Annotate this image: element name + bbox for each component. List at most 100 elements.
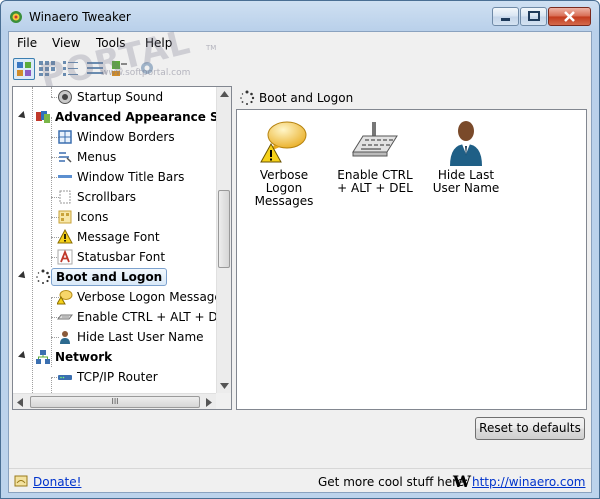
expander-icon[interactable] xyxy=(18,351,28,361)
donate-icon xyxy=(14,475,28,487)
status-bar: Donate! Get more cool stuff here: W http… xyxy=(9,468,591,493)
tree-item-label: Advanced Appearance Settings xyxy=(55,110,231,124)
menu-tools[interactable]: Tools xyxy=(94,36,128,50)
speech-bubble-warning-icon xyxy=(260,121,307,163)
tree-item-label: Window Borders xyxy=(77,130,175,144)
tree-item-boot-and-logon[interactable]: Boot and Logon xyxy=(13,267,218,287)
feature-label: Enable CTRL + ALT + DEL xyxy=(337,168,413,195)
feature-ctrl-alt-del[interactable]: Enable CTRL + ALT + DEL xyxy=(333,118,417,195)
tree-vertical-scrollbar[interactable] xyxy=(216,87,231,393)
donate-link[interactable]: Donate! xyxy=(33,475,81,489)
title-bar[interactable]: Winaero Tweaker xyxy=(1,1,599,31)
app-icon xyxy=(10,11,22,23)
tree-item-statusbar-font[interactable]: Statusbar Font xyxy=(13,247,218,267)
feature-hide-last-user[interactable]: Hide Last User Name xyxy=(424,118,508,195)
feature-label: Verbose Logon Messages xyxy=(254,168,314,208)
scroll-left-icon[interactable] xyxy=(17,398,23,407)
tree-item-label: Icons xyxy=(77,210,109,224)
window-title: Winaero Tweaker xyxy=(29,10,131,24)
close-icon xyxy=(564,11,575,22)
font-icon xyxy=(57,249,73,265)
user-icon xyxy=(60,331,70,344)
section-title: Boot and Logon xyxy=(259,91,354,105)
feature-label: Hide Last User Name xyxy=(432,168,500,195)
tree-item-label: Network xyxy=(55,350,113,364)
reset-to-defaults-button[interactable]: Reset to defaults xyxy=(475,417,585,440)
keyboard-icon xyxy=(57,314,73,320)
tree-item-ctrl-alt-del[interactable]: Enable CTRL + ALT + DEL xyxy=(13,307,231,327)
warning-icon xyxy=(57,229,73,244)
small-icons-icon xyxy=(39,61,55,76)
navigation-tree[interactable]: Startup Sound Advanced Appearance Settin… xyxy=(12,86,232,410)
tree-item-advanced-appearance[interactable]: Advanced Appearance Settings xyxy=(13,107,231,127)
close-button[interactable] xyxy=(548,7,591,26)
minimize-button[interactable] xyxy=(492,7,519,26)
router-icon xyxy=(58,375,72,380)
list-icon xyxy=(63,61,78,76)
tree-item-label: Boot and Logon xyxy=(51,268,168,286)
tree-item-scrollbars[interactable]: Scrollbars xyxy=(13,187,218,207)
maximize-button[interactable] xyxy=(520,7,547,26)
icons-icon xyxy=(58,210,72,224)
user-icon xyxy=(450,121,482,166)
boot-icon xyxy=(36,269,51,284)
watermark-url: www.softportal.com xyxy=(101,68,191,78)
scroll-down-icon[interactable] xyxy=(220,383,229,389)
tree-item-label: Message Font xyxy=(77,230,160,244)
section-header: Boot and Logon xyxy=(237,88,587,108)
watermark-tm: TM xyxy=(206,44,217,52)
view-list-button[interactable] xyxy=(61,58,83,80)
scrollbars-icon xyxy=(59,190,71,204)
menu-bar: File View Tools Help xyxy=(9,32,591,54)
tree-item-message-font[interactable]: Message Font xyxy=(13,227,218,247)
view-small-icons-button[interactable] xyxy=(37,58,59,80)
tree-item-icons[interactable]: Icons xyxy=(13,207,218,227)
menu-view[interactable]: View xyxy=(50,36,82,50)
tree-vertical-scroll-thumb[interactable] xyxy=(218,190,230,268)
more-stuff-text: Get more cool stuff here: xyxy=(318,475,469,489)
view-large-icons-button[interactable] xyxy=(13,58,35,80)
tree-item-network[interactable]: Network xyxy=(13,347,218,367)
window-borders-icon xyxy=(58,130,72,144)
scroll-up-icon[interactable] xyxy=(220,91,229,97)
maximize-icon xyxy=(528,11,540,21)
tree-item-window-borders[interactable]: Window Borders xyxy=(13,127,218,147)
toolbar: PORTAL TM www.softportal.com xyxy=(9,22,591,98)
tree-item-label: Menus xyxy=(77,150,117,164)
boot-icon xyxy=(240,90,255,105)
tree-horizontal-scrollbar[interactable]: III xyxy=(13,393,216,409)
large-icons-icon xyxy=(17,62,31,76)
feature-verbose-logon[interactable]: Verbose Logon Messages xyxy=(242,118,326,208)
scroll-right-icon[interactable] xyxy=(206,398,212,407)
winaero-website-link[interactable]: http://winaero.com xyxy=(472,475,586,489)
tree-item-label: Verbose Logon Messages xyxy=(77,290,229,304)
scrollbar-corner xyxy=(216,393,231,409)
keyboard-icon xyxy=(352,122,398,157)
client-area: File View Tools Help PORTAL TM www.softp… xyxy=(8,22,592,493)
speaker-icon xyxy=(58,90,72,104)
tree-item-label: Enable CTRL + ALT + DEL xyxy=(77,310,232,324)
tree-item-verbose-logon[interactable]: Verbose Logon Messages xyxy=(13,287,228,307)
tree-item-menus[interactable]: Menus xyxy=(13,147,218,167)
tree-horizontal-scroll-thumb[interactable]: III xyxy=(30,396,200,408)
feature-pane: Verbose Logon Messages Enable CTRL + ALT… xyxy=(236,109,587,410)
tree-item-label: Window Title Bars xyxy=(77,170,185,184)
expander-icon[interactable] xyxy=(18,111,28,121)
tree-item-label: Hide Last User Name xyxy=(77,330,204,344)
title-bars-icon xyxy=(58,175,72,178)
menu-help[interactable]: Help xyxy=(143,36,174,50)
tree-item-label: Startup Sound xyxy=(77,90,164,104)
menu-file[interactable]: File xyxy=(15,36,39,50)
tree-item-window-title-bars[interactable]: Window Title Bars xyxy=(13,167,218,187)
expander-icon[interactable] xyxy=(18,271,28,281)
tree-item-startup-sound[interactable]: Startup Sound xyxy=(13,87,218,107)
tree-item-label: Scrollbars xyxy=(77,190,137,204)
verbose-icon xyxy=(57,290,73,305)
tree-item-hide-last-user[interactable]: Hide Last User Name xyxy=(13,327,218,347)
tree-item-label: TCP/IP Router xyxy=(77,370,158,384)
network-icon xyxy=(36,350,50,364)
winaero-logo-icon: W xyxy=(453,472,471,491)
menus-icon xyxy=(59,152,72,163)
tree-item-tcpip-router[interactable]: TCP/IP Router xyxy=(13,367,218,387)
app-window: Winaero Tweaker File View Tools Help POR… xyxy=(0,0,600,499)
